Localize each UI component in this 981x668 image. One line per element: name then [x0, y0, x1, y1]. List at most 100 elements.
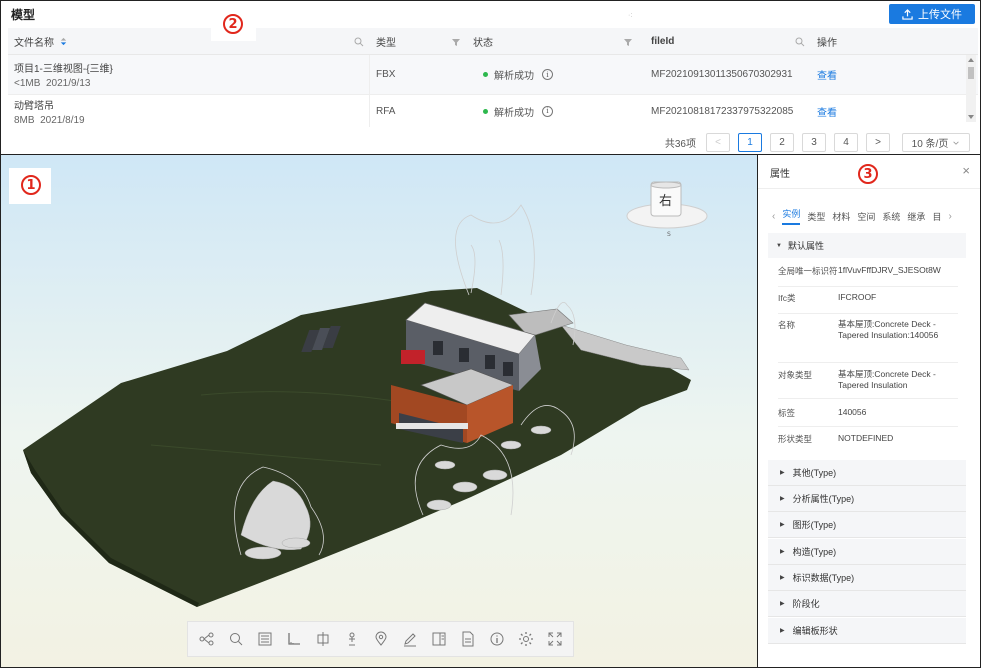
page-button-2[interactable]: 2 — [770, 133, 794, 152]
section-label: 其他(Type) — [792, 468, 837, 478]
red-panel — [401, 350, 425, 364]
view-cube-top[interactable] — [650, 181, 682, 189]
tab-type[interactable]: 类型 — [807, 210, 825, 223]
attr-row: 形状类型 NOTDEFINED — [778, 433, 958, 453]
scroll-thumb[interactable] — [968, 67, 974, 79]
col-type[interactable]: 类型 — [370, 28, 467, 55]
prev-page-button[interactable]: < — [706, 133, 730, 152]
section-construction[interactable]: ▶ 构造(Type) — [768, 539, 966, 565]
page-size-select[interactable]: 10 条/页 — [902, 133, 970, 152]
filter-icon[interactable] — [451, 37, 461, 47]
next-page-button[interactable]: > — [866, 133, 890, 152]
section-graphics[interactable]: ▶ 图形(Type) — [768, 512, 966, 538]
properties-panel: 属性 × 3 ‹ 实例 类型 材料 空间 系统 继承 目 › ▼ 默认属性 全局… — [758, 155, 981, 668]
info-icon[interactable] — [485, 627, 509, 651]
chevron-right-icon[interactable]: › — [948, 211, 951, 222]
properties-icon[interactable] — [427, 627, 451, 651]
pagination: 共36项 < 1 2 3 4 > 10 条/页 — [665, 133, 970, 152]
status-text: 解析成功 — [494, 71, 534, 82]
caret-right-icon: ▶ — [780, 575, 785, 581]
col-fileid[interactable]: fileId — [639, 28, 811, 55]
model-viewer[interactable]: 右 S 1 — [0, 155, 758, 668]
table-scrollbar[interactable] — [966, 55, 976, 122]
fullscreen-icon[interactable] — [543, 627, 567, 651]
attr-row: Ifc类 IFCROOF — [778, 292, 958, 314]
view-cube[interactable]: 右 S — [623, 180, 713, 240]
col-name[interactable]: 文件名称 — [8, 28, 370, 55]
cell-name: 动臂塔吊 8MB 2021/8/19 — [8, 95, 370, 127]
upload-file-button[interactable]: 上传文件 — [889, 4, 975, 24]
model-tree-icon[interactable] — [195, 627, 219, 651]
caret-right-icon: ▶ — [780, 470, 785, 476]
success-dot-icon — [483, 108, 488, 114]
search-icon[interactable] — [354, 37, 364, 47]
cell-action: 查看 — [811, 95, 966, 127]
search-icon[interactable] — [224, 627, 248, 651]
tab-inherit[interactable]: 继承 — [907, 210, 925, 223]
cell-fileid: MF20210913011350670302931 — [651, 69, 793, 80]
attr-value: 基本屋顶:Concrete Deck - Tapered Insulation — [838, 369, 936, 390]
attr-value: 基本屋顶:Concrete Deck - Tapered Insulation:… — [838, 319, 939, 340]
attr-key: 名称 — [778, 320, 796, 330]
file-name: 动臂塔吊 — [14, 100, 54, 112]
file-meta: 8MB 2021/8/19 — [14, 115, 85, 126]
sort-icon[interactable] — [59, 37, 68, 46]
caret-down-icon: ▼ — [776, 242, 782, 249]
cell-status: 解析成功 i — [467, 55, 639, 94]
walk-person-icon[interactable] — [340, 627, 364, 651]
caret-right-icon: ▶ — [780, 601, 785, 607]
page-button-3[interactable]: 3 — [802, 133, 826, 152]
tab-space[interactable]: 空间 — [857, 210, 875, 223]
section-label: 阶段化 — [792, 599, 820, 609]
section-identity[interactable]: ▶ 标识数据(Type) — [768, 565, 966, 591]
caret-right-icon: ▶ — [780, 549, 785, 555]
page-button-1[interactable]: 1 — [738, 133, 762, 152]
close-icon[interactable]: × — [962, 163, 970, 178]
group-default-props[interactable]: ▼ 默认属性 — [768, 233, 966, 258]
tab-material[interactable]: 材料 — [832, 210, 850, 223]
measure-angle-icon[interactable] — [282, 627, 306, 651]
location-pin-icon[interactable] — [369, 627, 393, 651]
section-other[interactable]: ▶ 其他(Type) — [768, 460, 966, 486]
cell-status: 解析成功 i — [467, 95, 639, 127]
attr-key: 形状类型 — [778, 434, 813, 444]
section-label: 编辑板形状 — [792, 626, 838, 636]
markup-pen-icon[interactable] — [398, 627, 422, 651]
info-icon[interactable]: i — [542, 105, 553, 117]
compass-label: S — [667, 231, 671, 238]
info-icon[interactable]: i — [542, 69, 553, 80]
house-base — [396, 423, 468, 429]
scroll-down-arrow-icon[interactable] — [968, 115, 974, 119]
status-badge: 解析成功 i — [473, 67, 553, 82]
attr-row: 名称 基本屋顶:Concrete Deck - Tapered Insulati… — [778, 319, 958, 363]
section-edit-shape[interactable]: ▶ 编辑板形状 — [768, 618, 966, 644]
model-table: 文件名称 类型 状态 fileId 操作 项目1-三维视图-{三维} <1MB … — [8, 28, 978, 127]
col-status[interactable]: 状态 — [467, 28, 639, 55]
section-box-icon[interactable] — [253, 627, 277, 651]
scroll-up-arrow-icon[interactable] — [968, 58, 974, 62]
panel-title: 模型 — [11, 8, 36, 22]
document-icon[interactable] — [456, 627, 480, 651]
section-label: 图形(Type) — [792, 520, 837, 530]
tab-system[interactable]: 系统 — [882, 210, 900, 223]
attr-value: NOTDEFINED — [838, 433, 894, 443]
filter-icon[interactable] — [623, 37, 633, 47]
section-analysis[interactable]: ▶ 分析属性(Type) — [768, 486, 966, 512]
page-button-4[interactable]: 4 — [834, 133, 858, 152]
tab-more[interactable]: 目 — [932, 210, 941, 223]
section-plane-icon[interactable] — [311, 627, 335, 651]
group-label: 默认属性 — [787, 241, 824, 251]
search-icon[interactable] — [795, 37, 805, 47]
caret-right-icon: ▶ — [780, 496, 785, 502]
chevron-left-icon[interactable]: ‹ — [772, 211, 775, 222]
table-row[interactable]: 动臂塔吊 8MB 2021/8/19 RFA 解析成功 i MF202108181… — [8, 95, 978, 127]
settings-gear-icon[interactable] — [514, 627, 538, 651]
col-status-label: 状态 — [473, 38, 493, 49]
attr-key: 全局唯一标识符 — [778, 266, 838, 276]
section-phasing[interactable]: ▶ 阶段化 — [768, 591, 966, 617]
table-row[interactable]: 项目1-三维视图-{三维} <1MB 2021/9/13 FBX 解析成功 i M… — [8, 55, 978, 95]
attr-value: 1flVuvFffDJRV_SJESOt8W — [838, 265, 941, 275]
view-link[interactable]: 查看 — [817, 104, 837, 119]
view-link[interactable]: 查看 — [817, 67, 837, 82]
tab-instance[interactable]: 实例 — [782, 207, 801, 225]
